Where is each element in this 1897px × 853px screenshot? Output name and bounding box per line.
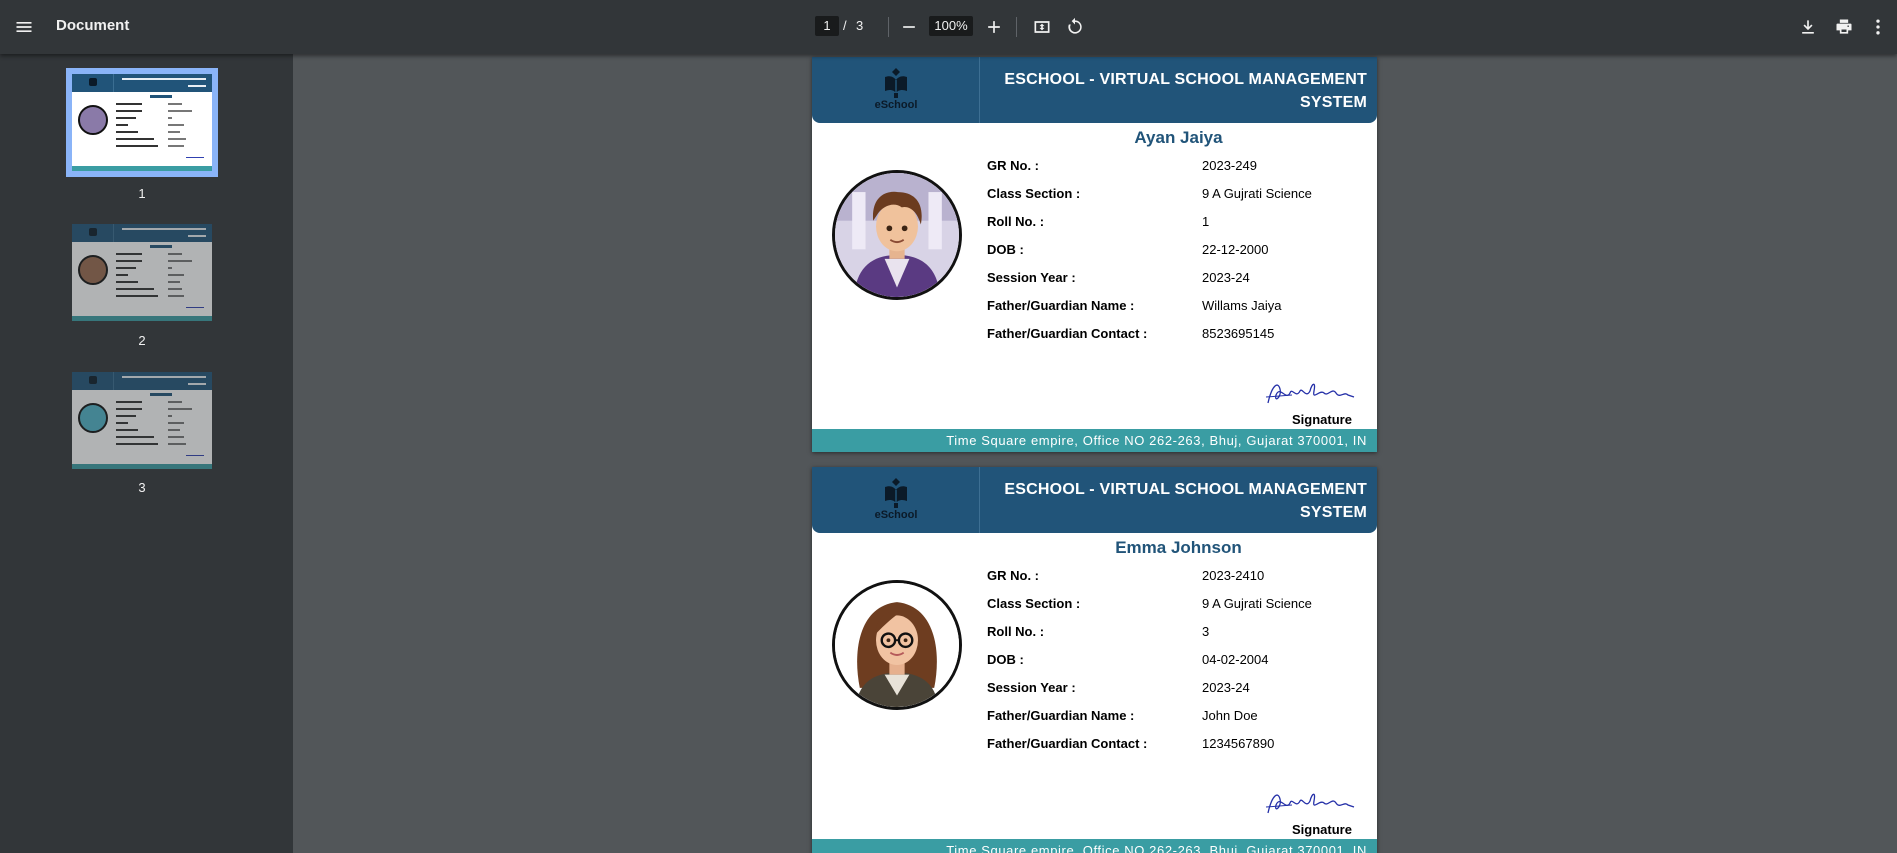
field-label: DOB : (987, 652, 1024, 667)
page-thumbnail[interactable] (66, 68, 218, 177)
field-label: Father/Guardian Contact : (987, 736, 1148, 751)
student-photo (832, 170, 962, 300)
logo-text: eSchool (874, 99, 918, 111)
card-header: eSchool ESCHOOL - VIRTUAL SCHOOL MANAGEM… (812, 57, 1377, 123)
field-label: Class Section : (987, 596, 1081, 611)
school-logo-icon (885, 478, 907, 508)
zoom-level-input[interactable]: 100% (929, 16, 973, 36)
signature-image (1265, 793, 1355, 814)
zoom-in-button[interactable] (980, 13, 1008, 41)
field-value: 1 (1202, 214, 1210, 229)
field-value: 04-02-2004 (1202, 652, 1269, 667)
field-label: Father/Guardian Contact : (987, 326, 1148, 341)
toolbar-divider (1016, 17, 1017, 37)
more-vert-icon (1876, 19, 1880, 35)
student-photo (832, 580, 962, 710)
signature-image (1265, 383, 1355, 404)
zoom-in-icon (988, 21, 1000, 33)
field-value: 9 A Gujrati Science (1202, 596, 1312, 611)
field-label: Session Year : (987, 270, 1076, 285)
thumbnail-number: 1 (138, 186, 146, 201)
field-value: 8523695145 (1202, 326, 1275, 341)
pdf-toolbar: Document 1 / 3 100% (0, 0, 1897, 54)
fit-page-icon (1034, 21, 1050, 33)
pdf-page: eSchool ESCHOOL - VIRTUAL SCHOOL MANAGEM… (812, 467, 1377, 853)
field-value: 2023-24 (1202, 270, 1250, 285)
rotate-button[interactable] (1061, 13, 1089, 41)
logo-text: eSchool (874, 509, 918, 521)
page-thumbnail[interactable] (72, 372, 212, 469)
field-label: Session Year : (987, 680, 1076, 695)
page-thumbnail[interactable] (72, 224, 212, 321)
field-value: 3 (1202, 624, 1210, 639)
field-value: John Doe (1202, 708, 1258, 723)
field-label: DOB : (987, 242, 1024, 257)
print-icon (1836, 19, 1852, 34)
school-address: Time Square empire, Office NO 262-263, B… (946, 433, 1367, 448)
more-actions-button[interactable] (1864, 13, 1892, 41)
signature-label: Signature (1292, 412, 1352, 427)
field-label: Roll No. : (987, 624, 1045, 639)
zoom-out-icon (903, 26, 915, 28)
school-address: Time Square empire, Office NO 262-263, B… (946, 843, 1367, 853)
menu-icon (16, 22, 32, 32)
card-header: eSchool ESCHOOL - VIRTUAL SCHOOL MANAGEM… (812, 467, 1377, 533)
download-button[interactable] (1794, 13, 1822, 41)
field-value: 1234567890 (1202, 736, 1275, 751)
field-label: Father/Guardian Name : (987, 298, 1135, 313)
card-footer: Time Square empire, Office NO 262-263, B… (812, 429, 1377, 452)
page-separator: / (843, 18, 847, 33)
menu-button[interactable] (10, 13, 38, 41)
field-value: 2023-249 (1202, 158, 1257, 173)
field-label: Father/Guardian Name : (987, 708, 1135, 723)
thumbnail-number: 3 (138, 480, 146, 495)
page-total: 3 (856, 18, 864, 33)
field-label: GR No. : (987, 568, 1039, 583)
student-name: Ayan Jaiya (1134, 128, 1223, 147)
school-logo: eSchool (812, 57, 980, 123)
school-name: ESCHOOL - VIRTUAL SCHOOL MANAGEMENT SYST… (1004, 481, 1367, 521)
pdf-page: eSchool ESCHOOL - VIRTUAL SCHOOL MANAGEM… (812, 57, 1377, 452)
zoom-out-button[interactable] (895, 13, 923, 41)
field-value: 22-12-2000 (1202, 242, 1269, 257)
card-footer: Time Square empire, Office NO 262-263, B… (812, 839, 1377, 853)
field-value: 2023-2410 (1202, 568, 1265, 583)
school-logo: eSchool (812, 467, 980, 533)
thumbnail-number: 2 (138, 333, 146, 348)
school-logo-icon (885, 68, 907, 98)
field-value: 9 A Gujrati Science (1202, 186, 1312, 201)
field-label: GR No. : (987, 158, 1039, 173)
field-value: Willams Jaiya (1202, 298, 1282, 313)
field-label: Class Section : (987, 186, 1081, 201)
student-name: Emma Johnson (1115, 538, 1242, 557)
field-label: Roll No. : (987, 214, 1045, 229)
page-number-input[interactable]: 1 (815, 16, 839, 36)
school-name: ESCHOOL - VIRTUAL SCHOOL MANAGEMENT SYST… (1004, 71, 1367, 111)
document-title: Document (56, 17, 130, 34)
toolbar-divider (888, 17, 889, 37)
fit-to-page-button[interactable] (1028, 13, 1056, 41)
thumbnail-sidebar: 1 2 3 (0, 54, 293, 853)
print-button[interactable] (1830, 13, 1858, 41)
download-icon (1802, 20, 1814, 34)
field-value: 2023-24 (1202, 680, 1250, 695)
rotate-icon (1068, 17, 1082, 34)
signature-label: Signature (1292, 822, 1352, 837)
